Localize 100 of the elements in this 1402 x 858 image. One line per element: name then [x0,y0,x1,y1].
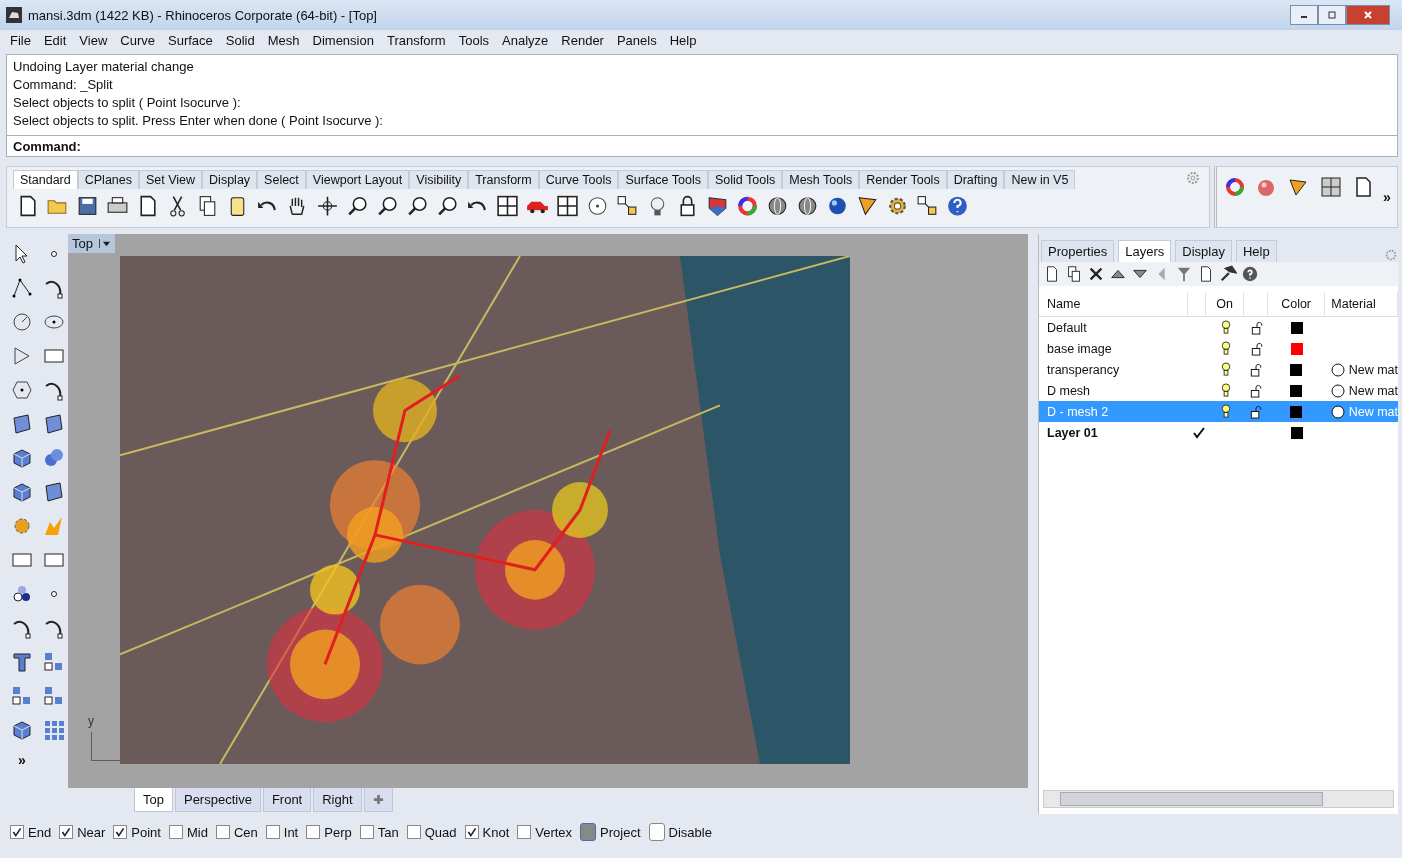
unlock-icon[interactable] [1250,341,1263,356]
unlock-icon[interactable] [1250,383,1263,398]
viewport-tab[interactable]: Right [313,788,362,812]
menu-item[interactable]: Transform [386,33,446,51]
layer-name: D mesh [1046,383,1092,398]
checkbox[interactable] [168,825,183,839]
bulb-icon[interactable] [1220,383,1231,398]
checkbox[interactable] [359,825,374,839]
toolbar-tab[interactable]: Surface Tools [618,170,708,189]
toolbar-tab[interactable]: Standard [13,170,78,189]
toggle-box[interactable] [648,823,665,841]
layer-row[interactable]: Layer 01 [1039,422,1398,443]
menu-item[interactable]: File [10,33,31,51]
panel-tab[interactable]: Layers [1118,240,1172,262]
toolbar-tab[interactable]: Select [257,170,306,189]
menu-item[interactable]: Dimension [312,33,374,51]
checkbox[interactable] [306,825,321,839]
panel-tab[interactable]: Help [1235,240,1277,262]
bulb-icon[interactable] [1220,404,1231,419]
checkbox[interactable] [464,825,479,839]
minimize-button[interactable] [1290,5,1318,25]
layer-row[interactable]: Default [1039,317,1398,338]
unlock-icon[interactable] [1250,362,1263,377]
viewport-tab[interactable]: Perspective [174,788,261,812]
color-wheel-icon[interactable] [1223,175,1247,199]
material-name: New mat [1348,383,1398,398]
menu-item[interactable]: Solid [225,33,255,51]
menu-item[interactable]: Curve [120,33,155,51]
checkbox[interactable] [517,825,532,839]
grid-icon[interactable] [1319,175,1343,199]
close-icon[interactable] [1087,265,1105,283]
toolbar-tab[interactable]: Set View [139,170,203,189]
toolbar-tab[interactable]: Visibility [409,170,469,189]
panel-tab[interactable]: Properties [1041,240,1115,262]
checkbox-label: End [28,824,52,840]
toolbar-tab[interactable]: Display [202,170,258,189]
history-line: Select objects to split ( Point Isocurve ): [13,94,242,112]
viewport[interactable]: Top y [68,234,1028,788]
toolbar-tab[interactable]: Solid Tools [708,170,783,189]
add-icon[interactable] [372,794,384,805]
column-header[interactable]: Name [1039,292,1188,316]
menu-item[interactable]: Mesh [267,33,300,51]
toolbar-tab[interactable]: Transform [468,170,539,189]
layer-row[interactable]: base image [1039,338,1398,359]
checkbox[interactable] [265,825,280,839]
checkbox[interactable] [59,825,74,839]
checkbox[interactable] [215,825,230,839]
viewport-title[interactable]: Top [68,234,115,253]
checkbox[interactable] [113,825,128,839]
toolbar-tab[interactable]: Drafting [946,170,1005,189]
unlock-icon[interactable] [1250,404,1263,419]
color-swatch[interactable] [1290,363,1303,376]
toolbar-tab[interactable]: CPlanes [77,170,139,189]
layer-row[interactable]: transperancy New mat [1039,359,1398,380]
bulb-icon[interactable] [1221,341,1232,356]
color-swatch[interactable] [1290,426,1303,439]
layer-row[interactable]: D mesh New mat [1039,380,1398,401]
bulb-icon[interactable] [1220,362,1231,377]
toolbar-tab[interactable]: Mesh Tools [782,170,860,189]
column-header[interactable]: Material [1325,292,1398,316]
menu-item[interactable]: Surface [168,33,213,51]
color-swatch[interactable] [1290,342,1303,355]
toggle-box[interactable] [580,823,597,841]
material-circle-icon[interactable] [1330,383,1345,398]
more-tools-button[interactable]: » [18,752,26,768]
toolbar-tab[interactable]: Viewport Layout [305,170,410,189]
toolbar-tab[interactable]: Render Tools [859,170,947,189]
material-circle-icon[interactable] [1330,404,1345,419]
checkbox[interactable] [406,825,421,839]
close-button[interactable] [1346,5,1390,25]
filter-icon[interactable] [1175,265,1193,283]
bulb-icon[interactable] [1221,320,1232,335]
viewport-tab[interactable]: Front [262,788,312,812]
column-header[interactable]: On [1205,292,1245,316]
menu-item[interactable]: Edit [43,33,67,51]
toolbar-tab[interactable]: New in V5 [1004,170,1076,189]
help-icon[interactable] [1241,265,1259,283]
hammer-icon[interactable] [1219,265,1237,283]
color-swatch[interactable] [1290,405,1303,418]
more-tools-button[interactable]: » [1383,189,1391,205]
menu-item[interactable]: Panels [616,33,657,51]
color-swatch[interactable] [1290,321,1303,334]
toolbar-tab[interactable]: Curve Tools [538,170,619,189]
menu-item[interactable]: View [79,33,108,51]
panel-tab[interactable]: Display [1175,240,1232,262]
checkbox[interactable] [10,825,24,839]
horizontal-scrollbar[interactable] [1043,790,1394,808]
viewport-tab[interactable]: Top [134,788,173,812]
color-swatch[interactable] [1290,384,1303,397]
menu-item[interactable]: Render [561,33,604,51]
checkbox-label: Mid [186,824,208,840]
column-header[interactable]: Color [1267,292,1326,316]
unlock-icon[interactable] [1250,320,1263,335]
menu-item[interactable]: Analyze [502,33,549,51]
menu-item[interactable]: Tools [458,33,490,51]
layer-name: Default [1046,320,1088,335]
copy-icon[interactable] [1065,265,1083,283]
material-circle-icon[interactable] [1330,362,1345,377]
command-field[interactable]: Command: [6,136,1398,157]
menu-item[interactable]: Help [669,33,697,51]
